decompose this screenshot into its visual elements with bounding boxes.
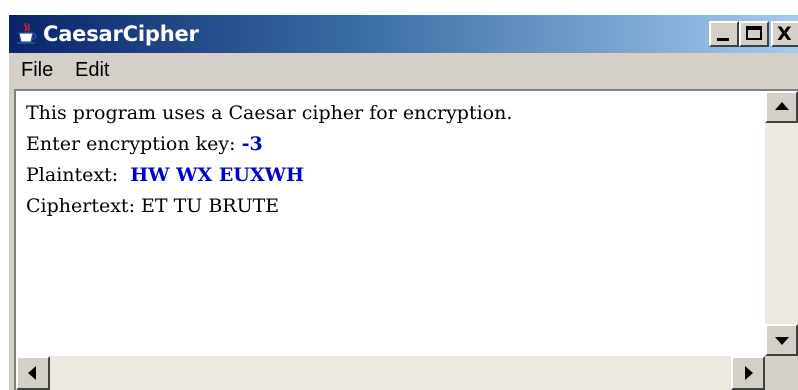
plaintext-input-value: HW WX EUXWH [130,164,304,186]
maximize-button[interactable] [739,21,769,47]
arrow-left-icon [28,366,36,380]
arrow-up-icon [775,102,789,110]
close-button[interactable]: X [771,21,798,47]
close-icon: X [777,23,792,45]
java-coffee-cup-icon [17,22,37,44]
menu-edit[interactable]: Edit [75,58,109,82]
scroll-down-button[interactable] [765,324,798,356]
scroll-up-button[interactable] [765,91,798,123]
console-line-ciphertext: Ciphertext: ET TU BRUTE [26,195,280,217]
key-prompt: Enter encryption key: [26,133,242,155]
minimize-button[interactable] [709,21,739,47]
console-text-area[interactable]: This program uses a Caesar cipher for en… [16,91,763,355]
console-line-key: Enter encryption key: -3 [26,132,263,156]
scroll-left-button[interactable] [16,356,50,390]
console-line-intro: This program uses a Caesar cipher for en… [26,102,513,124]
vertical-scrollbar[interactable] [765,91,798,356]
arrow-right-icon [745,366,753,380]
menu-file[interactable]: File [21,58,53,82]
minimize-icon [717,38,729,41]
scrollbar-corner [765,356,798,390]
app-window: CaesarCipher X File Edit This program us… [9,15,798,390]
menu-bar: File Edit [9,53,798,87]
console-line-plaintext: Plaintext: HW WX EUXWH [26,163,304,187]
arrow-down-icon [775,337,789,345]
horizontal-scrollbar[interactable] [16,356,765,390]
maximize-icon [746,26,762,40]
key-input-value: -3 [241,133,263,155]
window-title: CaesarCipher [43,22,199,46]
title-bar[interactable]: CaesarCipher X [9,15,798,53]
console-scroll-pane: This program uses a Caesar cipher for en… [14,89,798,390]
plaintext-prompt: Plaintext: [26,164,131,186]
scroll-right-button[interactable] [731,356,765,390]
